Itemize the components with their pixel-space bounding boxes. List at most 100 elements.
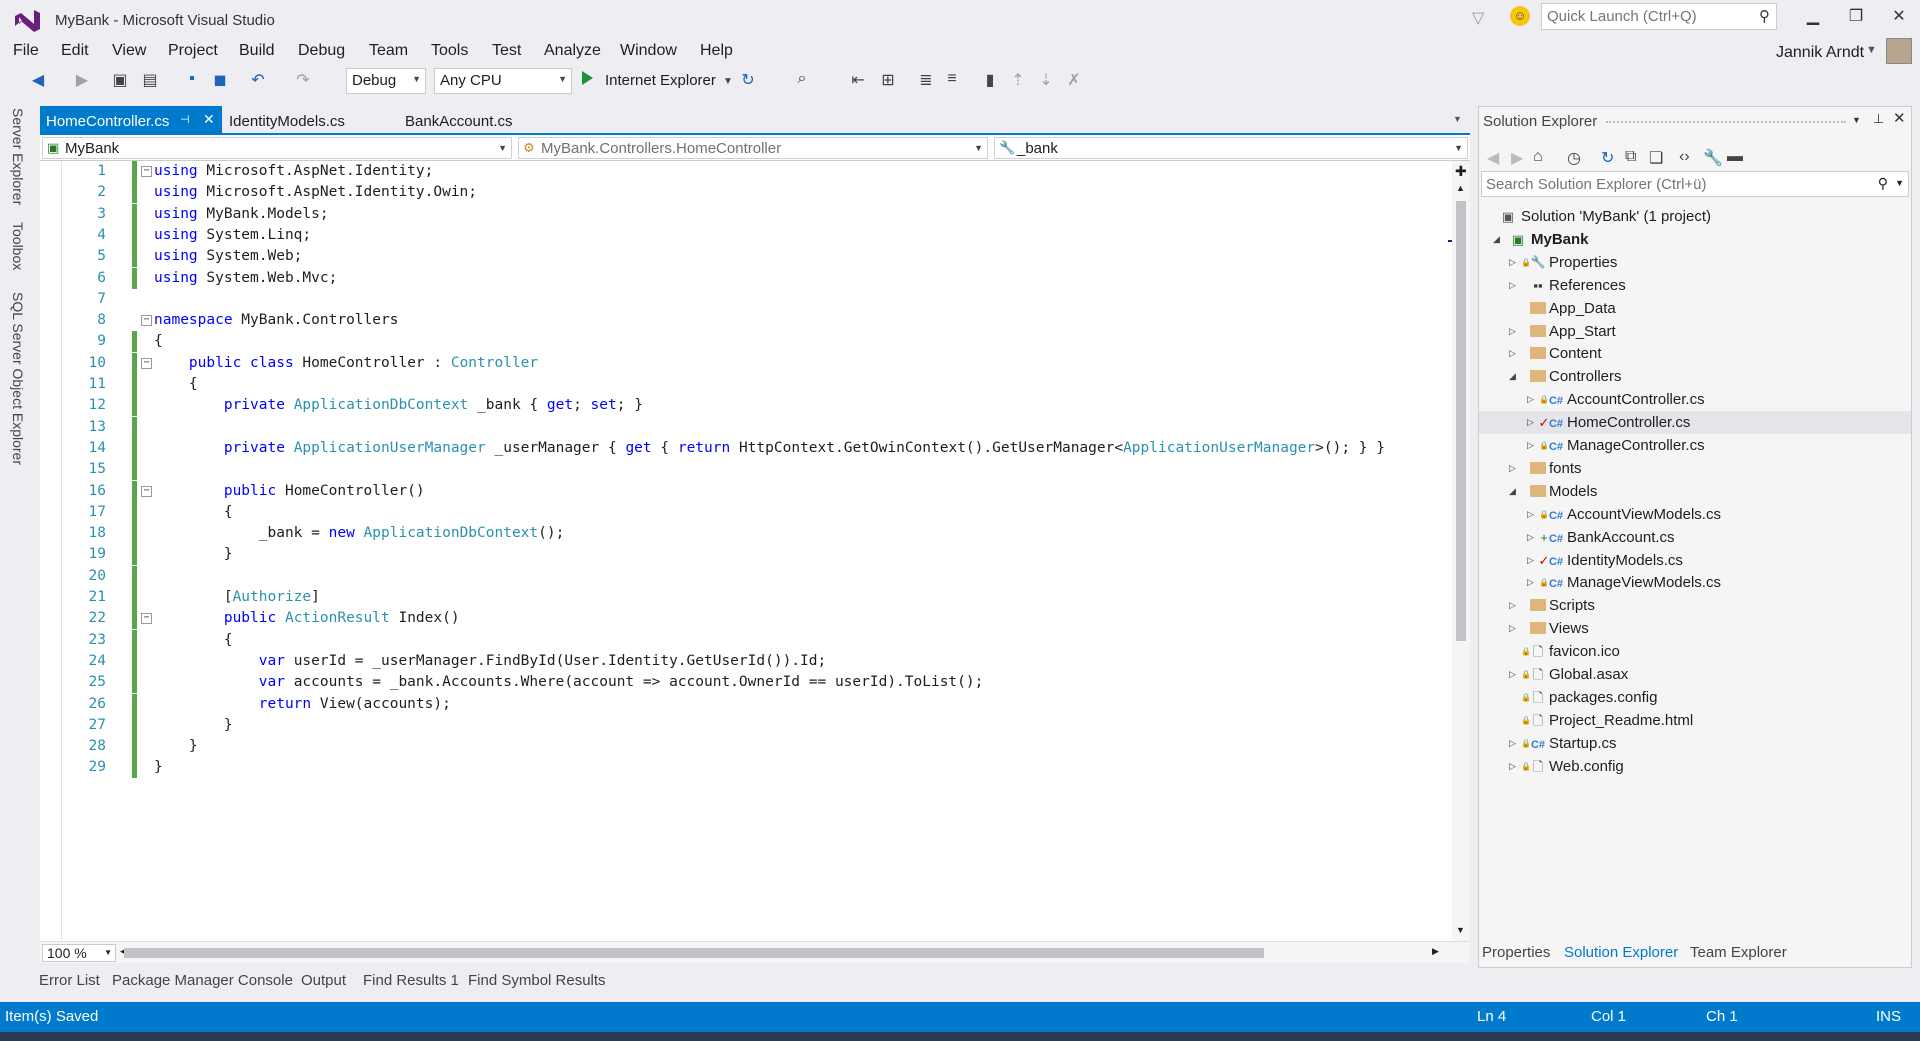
expand-chevron-icon[interactable]: ▷ (1509, 617, 1516, 640)
menu-test[interactable]: Test (492, 42, 521, 60)
code-line[interactable]: 1 − using Microsoft.AspNet.Identity; (40, 161, 1452, 182)
clear-bookmarks-icon[interactable]: ✗ (1064, 70, 1084, 90)
code-line[interactable]: 24 var userId = _userManager.FindById(Us… (40, 650, 1452, 672)
code-line[interactable]: 15 (40, 459, 1452, 481)
tree-item[interactable]: ▷ 🔒 C# Startup.cs (1479, 732, 1911, 755)
tab-error-list[interactable]: Error List (39, 972, 100, 989)
open-file-icon[interactable]: ▤ (140, 70, 160, 90)
tree-item-project[interactable]: ◢ ▣ MyBank (1479, 228, 1911, 251)
pin-icon[interactable]: ⊣ (180, 113, 190, 126)
member-navigation-select[interactable]: 🔧 _bank ▼ (994, 137, 1468, 159)
menu-analyze[interactable]: Analyze (544, 42, 601, 60)
close-button[interactable]: ✕ (1884, 6, 1914, 28)
code-line[interactable]: 11 { (40, 374, 1452, 395)
panel-grip[interactable] (1606, 121, 1846, 124)
code-line[interactable]: 10 − public class HomeController : Contro… (40, 352, 1452, 374)
expand-chevron-icon[interactable]: ▷ (1509, 251, 1516, 274)
tree-item[interactable]: ▷ Scripts (1479, 594, 1911, 617)
expand-chevron-icon[interactable]: ◢ (1493, 228, 1500, 251)
tree-item[interactable]: ◢ Controllers (1479, 365, 1911, 388)
collapse-icon[interactable]: − (141, 485, 152, 497)
menu-team[interactable]: Team (369, 42, 408, 60)
code-line[interactable]: 27 } (40, 714, 1452, 736)
tab-output[interactable]: Output (301, 972, 346, 989)
tree-item[interactable]: App_Data (1479, 297, 1911, 320)
vertical-scrollbar[interactable]: ✚ ▲ ▼ (1452, 161, 1470, 941)
notification-filter-icon[interactable]: ▽ (1472, 8, 1484, 28)
expand-chevron-icon[interactable]: ▷ (1509, 755, 1516, 778)
code-line[interactable]: 25 var accounts = _bank.Accounts.Where(a… (40, 672, 1452, 694)
undo-icon[interactable]: ↶ (248, 70, 268, 90)
collapse-icon[interactable]: − (141, 613, 152, 625)
menu-help[interactable]: Help (700, 42, 733, 60)
code-line[interactable]: 23 { (40, 629, 1452, 651)
expand-chevron-icon[interactable]: ▷ (1527, 526, 1534, 549)
find-in-files-icon[interactable]: ⌕ (792, 70, 812, 88)
tree-item[interactable]: 🔒 🗋 Project_Readme.html (1479, 709, 1911, 732)
close-icon[interactable]: ✕ (203, 111, 215, 128)
code-line[interactable]: 19 } (40, 544, 1452, 566)
code-line[interactable]: 14 private ApplicationUserManager _userM… (40, 437, 1452, 459)
collapse-all-icon[interactable]: ⧉ (1625, 148, 1636, 166)
expand-chevron-icon[interactable]: ▷ (1527, 434, 1534, 457)
code-line[interactable]: 18 _bank = new ApplicationDbContext(); (40, 523, 1452, 545)
expand-chevron-icon[interactable]: ▷ (1509, 274, 1516, 297)
code-line[interactable]: 28 } (40, 736, 1452, 758)
expand-chevron-icon[interactable]: ▷ (1509, 342, 1516, 365)
code-editor[interactable]: 1− using Microsoft.AspNet.Identity; 2 using… (40, 161, 1452, 941)
refresh-icon[interactable]: ↻ (738, 70, 758, 90)
preview-icon[interactable]: ▬ (1727, 148, 1743, 166)
solution-search-input[interactable] (1482, 172, 1862, 196)
tree-item[interactable]: ▷ fonts (1479, 457, 1911, 480)
tree-item[interactable]: ▷ Content (1479, 342, 1911, 365)
show-all-files-icon[interactable]: ❏ (1649, 148, 1663, 168)
tree-item[interactable]: ▷ + C# BankAccount.cs (1479, 526, 1911, 549)
tab-find-results-1[interactable]: Find Results 1 (363, 972, 459, 989)
tab-find-symbol-results[interactable]: Find Symbol Results (468, 972, 606, 989)
tree-item[interactable]: 🔒 🗋 packages.config (1479, 686, 1911, 709)
solution-explorer-search[interactable]: ⚲ ▼ (1481, 171, 1909, 197)
tree-item-solution[interactable]: ▣ Solution 'MyBank' (1 project) (1479, 205, 1911, 228)
code-line[interactable]: 6 using System.Web.Mvc; (40, 267, 1452, 289)
close-icon[interactable]: ✕ (1893, 109, 1906, 127)
code-line[interactable]: 5 using System.Web; (40, 246, 1452, 268)
code-line[interactable]: 26 return View(accounts); (40, 693, 1452, 715)
project-navigation-select[interactable]: ▣ MyBank ▼ (42, 137, 512, 159)
collapse-icon[interactable]: − (141, 315, 152, 327)
tree-item[interactable]: ▷ 🔒 🔧 Properties (1479, 251, 1911, 274)
user-name[interactable]: Jannik Arndt (1776, 44, 1864, 62)
expand-chevron-icon[interactable]: ▷ (1509, 663, 1516, 686)
expand-chevron-icon[interactable]: ▷ (1527, 388, 1534, 411)
refresh-icon[interactable]: ↻ (1601, 148, 1614, 168)
expand-chevron-icon[interactable]: ▷ (1527, 503, 1534, 526)
quick-launch-input[interactable] (1542, 4, 1742, 29)
back-icon[interactable]: ◀ (1487, 148, 1499, 168)
expand-chevron-icon[interactable]: ▷ (1509, 732, 1516, 755)
code-line[interactable]: 16 − public HomeController() (40, 480, 1452, 502)
feedback-smile-icon[interactable]: ☺ (1510, 6, 1530, 26)
menu-build[interactable]: Build (239, 42, 275, 60)
tab-team-explorer[interactable]: Team Explorer (1690, 944, 1787, 961)
scroll-right-icon[interactable]: ▶ (1432, 946, 1439, 957)
expand-chevron-icon[interactable]: ▷ (1509, 594, 1516, 617)
navigate-back-icon[interactable]: ◀ (28, 70, 48, 90)
search-options-chevron-icon[interactable]: ▼ (1895, 178, 1904, 188)
minimize-button[interactable]: ▁ (1798, 6, 1828, 28)
code-line[interactable]: 9{ (40, 331, 1452, 353)
tree-item[interactable]: ▷ App_Start (1479, 320, 1911, 343)
menu-window[interactable]: Window (620, 42, 677, 60)
code-line[interactable]: 20 (40, 565, 1452, 587)
avatar[interactable] (1886, 38, 1912, 64)
split-editor-icon[interactable]: ✚ (1455, 163, 1467, 180)
tree-item[interactable]: 🔒 🗋 favicon.ico (1479, 640, 1911, 663)
code-line[interactable]: 22 − public ActionResult Index() (40, 608, 1452, 630)
tab-identitymodels[interactable]: IdentityModels.cs (223, 106, 373, 134)
collapse-chevron-icon[interactable]: ◢ (1509, 365, 1516, 388)
scrollbar-thumb[interactable] (1456, 201, 1466, 641)
tree-item[interactable]: ▷ 🔒 🗋 Global.asax (1479, 663, 1911, 686)
configuration-select[interactable]: Debug ▼ (346, 68, 426, 94)
code-line[interactable]: 13 (40, 416, 1452, 438)
code-line[interactable]: 29} (40, 757, 1452, 779)
home-icon[interactable]: ⌂ (1533, 148, 1543, 166)
navigate-forward-icon[interactable]: ▶ (72, 70, 92, 90)
